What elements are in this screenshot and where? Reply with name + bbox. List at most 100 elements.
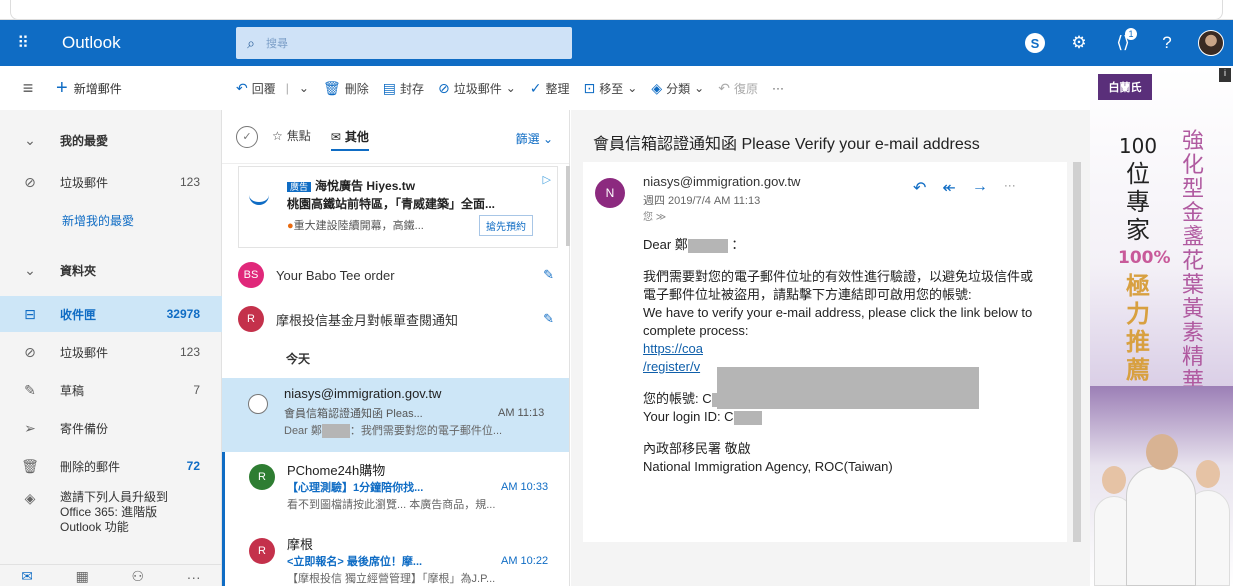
forward-icon[interactable]: → (972, 178, 988, 198)
help-icon[interactable]: ? (1145, 20, 1189, 66)
categorize-button[interactable]: ◈ 分類 ⌄ (651, 80, 704, 97)
broom-icon: ✓ (529, 79, 542, 96)
add-favorite-link[interactable]: 新增我的最愛 (62, 212, 134, 229)
ad-banner[interactable]: 廣告 海悅廣告 Hiyes.tw 桃園高鐵站前特區，「青威建築」全面... ●重大… (238, 166, 558, 248)
ad-tag: 廣告 (287, 182, 312, 192)
chevron-down-icon: ⌄ (694, 81, 705, 95)
trash-icon: 🗑 (322, 79, 341, 96)
ad-brand-logo: 白蘭氏 (1098, 74, 1152, 100)
chevron-down-icon: ⌄ (298, 81, 309, 95)
calendar-icon[interactable]: ▦ (76, 568, 89, 585)
junk-button[interactable]: ⊘ 垃圾郵件 ⌄ (438, 80, 516, 97)
favorites-header[interactable]: ⌄ 我的最愛 (0, 122, 222, 158)
search-input[interactable]: ⌕ 搜尋 (236, 27, 572, 59)
reply-all-icon[interactable]: ↞ (942, 178, 955, 198)
message-subject: Your Babo Tee order (276, 267, 395, 283)
verify-link-cont[interactable]: /register/v (643, 359, 700, 374)
list-item[interactable]: R PChome24h購物 【心理測驗】1分鐘陪你找... AM 10:33 看… (222, 452, 569, 526)
body-english: We have to verify your e-mail address, p… (643, 305, 1033, 338)
message-time: AM 10:22 (501, 555, 549, 567)
block-icon: ⊘ (24, 173, 36, 190)
message-list: ✓ ☆ 焦點 ✉ 其他 篩選 ⌄ 廣告 海悅廣告 Hiyes.tw 桃園高鐵站前特區，… (222, 110, 570, 586)
ad-text-col1: 100 位 專 家 100% 極 力 推 薦 (1118, 134, 1171, 384)
upgrade-promo[interactable]: ◈ 邀請下列人員升級到 Office 365: 進階版 Outlook 功能 (0, 490, 222, 535)
tab-focused[interactable]: ☆ 焦點 (272, 127, 311, 146)
mail-icon[interactable]: ✉ (21, 568, 33, 585)
inbox-icon: ⊟ (24, 305, 36, 322)
chevron-down-icon: ⌄ (505, 81, 516, 95)
waffle-icon[interactable]: ⠿ (0, 20, 46, 66)
select-all-checkbox[interactable]: ✓ (236, 125, 258, 148)
redaction (717, 367, 979, 409)
ad-logo (249, 193, 269, 205)
ad-people-image (1090, 386, 1233, 586)
feedback-icon[interactable]: ⟨⟩ 1 (1101, 20, 1145, 66)
undo-button[interactable]: ↶ 復原 (718, 80, 758, 97)
sidebar-item-junk[interactable]: ⊘ 垃圾郵件 123 (0, 334, 222, 370)
email-date: 週四 2019/7/4 AM 11:13 (643, 195, 761, 207)
chevron-down-icon: ⌄ (24, 131, 36, 148)
list-item[interactable]: niasys@immigration.gov.tw 會員信箱認證通知函 Plea… (222, 378, 569, 452)
pin-icon[interactable]: ✎ (543, 311, 554, 327)
people-icon[interactable]: ⚇ (131, 568, 144, 585)
message-preview: Dear 鄭：我們需要對您的電子郵件位... (284, 424, 503, 439)
search-placeholder: 搜尋 (266, 38, 288, 50)
pin-icon[interactable]: ✎ (543, 267, 554, 283)
sidebar-item-fav-junk[interactable]: ⊘ 垃圾郵件 123 (0, 164, 222, 200)
module-switcher: ✉ ▦ ⚇ ··· (0, 564, 222, 586)
reading-scrollbar[interactable] (1073, 162, 1081, 542)
sweep-button[interactable]: ✓ 整理 (530, 80, 570, 97)
adchoices-icon[interactable]: ▷ (543, 173, 551, 186)
ad-cta-button[interactable]: 搶先預約 (479, 215, 533, 236)
list-item[interactable]: R 摩根 <立即報名> 最後席位！摩... AM 10:22 【摩根投信 獨立經… (222, 526, 569, 586)
diamond-icon: ◈ (24, 490, 36, 506)
message-subject: 會員信箱認證通知函 Pleas... (284, 408, 423, 420)
sender-avatar[interactable]: N (595, 178, 625, 208)
verify-link[interactable]: https://coa (643, 341, 703, 356)
settings-icon[interactable]: ⚙ (1057, 20, 1101, 66)
filter-button[interactable]: 篩選 ⌄ (516, 130, 553, 147)
app-header: ⠿ Outlook ⌕ 搜尋 S ⚙ ⟨⟩ 1 ? (0, 20, 1233, 66)
list-item[interactable]: BS Your Babo Tee order ✎ (238, 256, 570, 294)
sidebar-item-drafts[interactable]: ✎ 草稿 7 (0, 372, 222, 408)
delete-button[interactable]: 🗑 刪除 (323, 80, 369, 97)
sidebar-item-deleted[interactable]: 🗑 刪除的郵件 72 (0, 448, 222, 484)
side-advertisement[interactable]: 白蘭氏 i 100 位 專 家 100% 極 力 推 薦 強化型 金盞花 葉黃素… (1090, 66, 1233, 586)
reply-icon[interactable]: ↶ (913, 178, 926, 198)
account-zh: 您的帳號: C (643, 391, 712, 406)
sender-address[interactable]: niasys@immigration.gov.tw (643, 174, 800, 189)
move-to-button[interactable]: ⊡ 移至 ⌄ (584, 80, 638, 97)
list-item[interactable]: R 摩根投信基金月對帳單查閱通知 ✎ (238, 300, 570, 338)
ad-background (1090, 66, 1233, 396)
avatar: BS (238, 262, 264, 288)
command-bar: ≡ + 新增郵件 ↶ 回覆 | ⌄ 🗑 刪除 ▤ 封存 ⊘ 垃圾郵件 ⌄ ✓ 整理 ⊡ 移至 ⌄ ◈ 分… (0, 66, 1090, 110)
more-apps-icon[interactable]: ··· (187, 569, 201, 585)
reply-button[interactable]: ↶ 回覆 | ⌄ (236, 80, 309, 97)
tab-other[interactable]: ✉ 其他 (330, 128, 369, 151)
notification-badge: 1 (1125, 28, 1137, 40)
more-icon[interactable]: ··· (1004, 178, 1016, 198)
new-mail-button[interactable]: + 新增郵件 (56, 77, 236, 100)
recipients[interactable]: 您 ≫ (643, 208, 666, 223)
message-sender: niasys@immigration.gov.tw (284, 386, 442, 401)
app-title[interactable]: Outlook (46, 33, 236, 53)
sidebar-item-sent[interactable]: ➢ 寄件備份 (0, 410, 222, 446)
list-scrollbar[interactable] (566, 166, 570, 246)
email-card: N niasys@immigration.gov.tw 週四 2019/7/4 … (583, 162, 1067, 542)
skype-icon[interactable]: S (1013, 20, 1057, 66)
profile-avatar[interactable] (1189, 20, 1233, 66)
select-radio[interactable] (248, 394, 268, 414)
message-subject: <立即報名> 最後席位！摩... (287, 556, 423, 568)
undo-icon: ↶ (718, 79, 730, 96)
move-icon: ⊡ (583, 79, 596, 96)
hamburger-icon[interactable]: ≡ (0, 78, 56, 99)
archive-button[interactable]: ▤ 封存 (383, 80, 424, 97)
signature-zh: 內政部移民署 敬啟 (643, 441, 751, 456)
message-preview: 【摩根投信 獨立經營管理】「摩根」為J.P... (287, 573, 496, 585)
message-sender: 摩根 (287, 537, 314, 552)
ad-close-icon[interactable]: i (1219, 68, 1231, 82)
message-time: AM 11:13 (498, 407, 545, 419)
folders-header[interactable]: ⌄ 資料夾 (0, 252, 222, 288)
more-actions-button[interactable]: ··· (772, 81, 784, 95)
sidebar-item-inbox[interactable]: ⊟ 收件匣 32978 (0, 296, 222, 332)
